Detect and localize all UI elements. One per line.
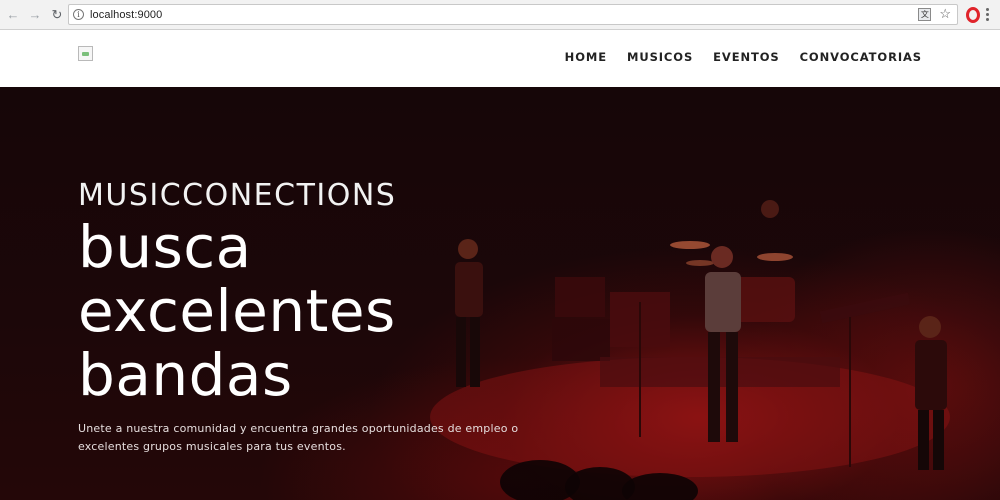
headline-line: bandas xyxy=(78,341,293,409)
headline: busca excelentes bandas xyxy=(78,215,396,407)
main-nav: HOME MUSICOS EVENTOS CONVOCATORIAS xyxy=(565,50,922,64)
opera-icon[interactable] xyxy=(966,7,980,23)
url-text[interactable]: localhost:9000 xyxy=(90,9,162,21)
address-bar[interactable]: i localhost:9000 文 ☆ xyxy=(68,4,958,25)
site-header: HOME MUSICOS EVENTOS CONVOCATORIAS xyxy=(0,31,1000,87)
nav-musicos[interactable]: MUSICOS xyxy=(627,50,693,64)
translate-icon[interactable]: 文 xyxy=(918,7,932,21)
bookmark-star-icon[interactable]: ☆ xyxy=(939,7,951,21)
logo-broken-image-icon[interactable] xyxy=(78,46,93,61)
brand-title: MUSICCONECTIONS xyxy=(78,178,397,213)
nav-eventos[interactable]: EVENTOS xyxy=(713,50,779,64)
info-icon[interactable]: i xyxy=(73,9,84,20)
reload-icon[interactable]: ↻ xyxy=(48,6,66,24)
headline-line: busca xyxy=(78,213,252,281)
hero-text: MUSICCONECTIONS busca excelentes bandas xyxy=(78,178,397,408)
nav-home[interactable]: HOME xyxy=(565,50,607,64)
hero-section: MUSICCONECTIONS busca excelentes bandas … xyxy=(0,87,1000,500)
back-icon[interactable]: ← xyxy=(4,6,22,24)
nav-convocatorias[interactable]: CONVOCATORIAS xyxy=(800,50,922,64)
forward-icon[interactable]: → xyxy=(26,6,44,24)
menu-icon[interactable] xyxy=(986,8,990,23)
headline-line: excelentes xyxy=(78,277,396,345)
hero-description: Unete a nuestra comunidad y encuentra gr… xyxy=(78,422,519,453)
browser-toolbar: ← → ↻ i localhost:9000 文 ☆ xyxy=(0,0,1000,30)
